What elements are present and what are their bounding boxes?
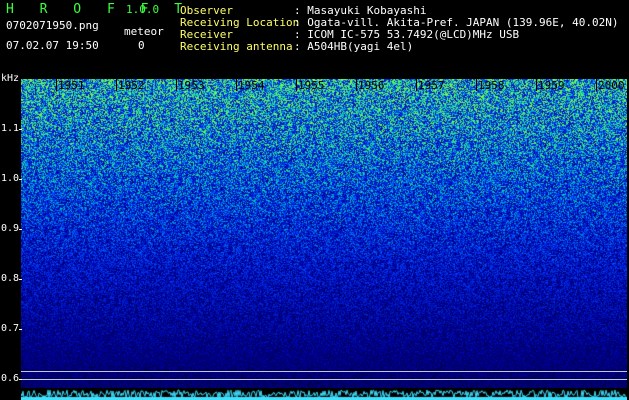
datetime: 07.02.07 19:50	[6, 39, 99, 52]
spectrum-trace	[21, 388, 627, 400]
y-tick-label: 0.9	[1, 223, 20, 234]
marker-line-upper	[21, 371, 627, 372]
time-tick-label: 1953	[178, 79, 205, 92]
time-tick-label: 1954	[238, 79, 265, 92]
y-tick-mark	[19, 179, 22, 180]
time-tick-mark	[56, 79, 57, 91]
time-tick-mark	[476, 79, 477, 91]
meteor-count: 0	[138, 39, 145, 52]
time-tick-mark	[416, 79, 417, 91]
y-tick-label: 1.1	[1, 123, 20, 134]
time-tick-label: 1952	[118, 79, 145, 92]
time-tick-label: 1958	[478, 79, 505, 92]
y-tick-mark	[19, 329, 22, 330]
y-tick-mark	[19, 229, 22, 230]
time-tick-label: 1956	[358, 79, 385, 92]
app-version: 1.0.0	[126, 3, 160, 16]
y-tick-mark	[19, 279, 22, 280]
time-tick-mark	[176, 79, 177, 91]
time-tick-label: 1957	[418, 79, 445, 92]
time-tick-mark	[296, 79, 297, 91]
meteor-label: meteor	[124, 25, 164, 38]
time-tick-mark	[116, 79, 117, 91]
meta-label-antenna: Receiving antenna	[180, 40, 293, 53]
y-tick-mark	[19, 129, 22, 130]
app-title: H R O F F T	[6, 2, 192, 17]
y-tick-mark	[19, 379, 22, 380]
y-tick-label: 0.7	[1, 323, 20, 334]
time-tick-mark	[596, 79, 597, 91]
spectrogram	[21, 79, 627, 400]
y-tick-label: 1.0	[1, 173, 20, 184]
time-tick-label: 1951	[58, 79, 85, 92]
filename: 0702071950.png	[6, 19, 99, 32]
time-tick-mark	[536, 79, 537, 91]
time-tick-mark	[356, 79, 357, 91]
time-tick-label: 1955	[298, 79, 325, 92]
y-tick-label: 0.8	[1, 273, 20, 284]
time-tick-label: 1959	[538, 79, 565, 92]
marker-line-lower	[21, 379, 627, 380]
time-tick-mark	[236, 79, 237, 91]
y-tick-label: 0.6	[1, 373, 20, 384]
y-axis-unit: kHz	[1, 73, 20, 84]
time-tick-label: 2000	[598, 79, 625, 92]
meta-value-antenna: : A504HB(yagi 4el)	[294, 40, 414, 53]
